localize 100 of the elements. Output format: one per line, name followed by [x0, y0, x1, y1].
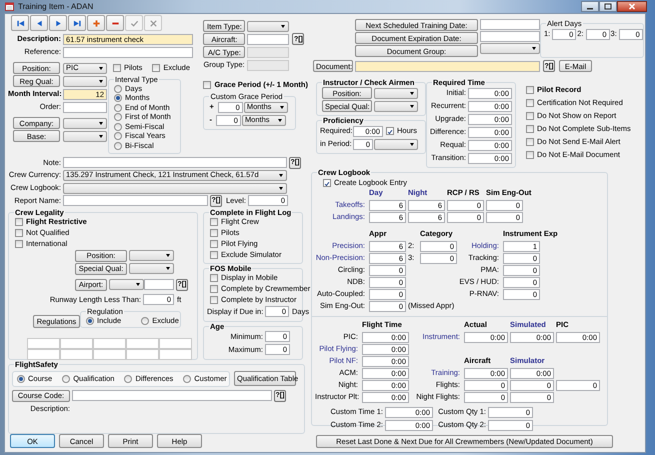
dropdown[interactable] [374, 88, 418, 98]
input-field[interactable] [480, 19, 540, 30]
input-field[interactable] [72, 390, 272, 402]
table-cell [93, 349, 126, 360]
close-icon [628, 3, 636, 10]
input-field[interactable] [247, 46, 290, 58]
last-button[interactable] [68, 15, 86, 31]
x-icon [148, 18, 158, 28]
right-triangle-icon [54, 18, 62, 28]
checkbox[interactable] [210, 274, 218, 282]
dropdown[interactable] [109, 279, 144, 290]
radio-button[interactable] [62, 374, 70, 383]
checkbox[interactable] [210, 240, 218, 248]
dropdown[interactable] [247, 20, 290, 32]
caret-icon [99, 134, 103, 138]
checkbox[interactable] [323, 178, 331, 186]
radio-button[interactable] [141, 316, 150, 325]
caret-icon [166, 267, 170, 270]
dropdown[interactable] [129, 250, 174, 262]
radio-button[interactable] [114, 122, 122, 131]
skip-back-icon [16, 18, 24, 28]
delete-button[interactable] [106, 15, 124, 31]
checkbox[interactable] [526, 112, 534, 120]
caret-icon [166, 254, 170, 258]
radio-button[interactable] [114, 84, 122, 93]
input-field[interactable] [63, 102, 107, 112]
window-title: Training Item - ADAN [18, 2, 94, 12]
next-button[interactable] [49, 15, 67, 31]
previous-button[interactable] [30, 15, 48, 31]
dropdown[interactable] [374, 100, 418, 112]
caret-icon [136, 283, 140, 286]
caret-icon [280, 106, 284, 108]
caret-icon [279, 186, 283, 190]
checkbox[interactable] [526, 86, 534, 94]
table-cell [126, 349, 159, 360]
caret-icon [99, 66, 103, 70]
first-button[interactable] [11, 15, 29, 31]
calendar-icon [5, 2, 14, 11]
checkmark-icon [130, 18, 138, 28]
table-cell [93, 338, 126, 350]
caret-icon [532, 47, 536, 50]
input-field[interactable] [63, 46, 193, 58]
checkbox[interactable] [152, 64, 160, 72]
minimize-button[interactable] [581, 1, 599, 12]
radio-button[interactable] [114, 142, 122, 150]
radio-button[interactable] [114, 113, 122, 122]
checkbox[interactable] [113, 64, 121, 72]
caret-icon [99, 80, 103, 82]
radio-button[interactable] [124, 374, 132, 383]
checkbox[interactable] [15, 229, 23, 238]
table-cell [159, 338, 192, 350]
checkbox[interactable] [386, 127, 394, 135]
radio-button[interactable] [114, 132, 122, 140]
checkbox[interactable] [526, 151, 534, 159]
dropdown[interactable] [63, 130, 107, 142]
dropdown[interactable] [63, 182, 287, 194]
radio-button[interactable] [114, 94, 122, 102]
caret-icon [278, 118, 282, 122]
maximize-button[interactable] [599, 1, 617, 12]
maximize-icon [604, 3, 612, 10]
caret-icon [279, 174, 283, 177]
input-field[interactable] [63, 195, 208, 206]
checkbox[interactable] [526, 138, 534, 146]
checkbox[interactable] [203, 81, 212, 89]
input-field[interactable] [247, 34, 290, 44]
checkbox[interactable] [15, 218, 23, 226]
input-field[interactable] [355, 60, 540, 72]
input-field[interactable] [480, 31, 540, 42]
radio-button[interactable] [114, 104, 122, 112]
close-button[interactable] [617, 1, 647, 12]
caret-icon [410, 104, 414, 108]
checkbox[interactable] [210, 251, 218, 260]
dropdown[interactable] [63, 76, 107, 86]
table-cell [159, 349, 192, 360]
checkbox[interactable] [210, 296, 218, 304]
checkbox[interactable] [526, 99, 534, 107]
dropdown[interactable] [63, 118, 107, 128]
checkbox[interactable] [15, 240, 23, 248]
checkbox[interactable] [210, 218, 218, 226]
input-field[interactable] [144, 279, 174, 290]
checkbox[interactable] [210, 285, 218, 294]
checkbox[interactable] [526, 125, 534, 133]
caret-icon [410, 142, 414, 146]
caret-icon [410, 92, 414, 94]
dropdown[interactable] [480, 43, 540, 54]
table-cell [27, 349, 60, 360]
radio-button[interactable] [86, 316, 94, 325]
table-cell [60, 349, 93, 360]
dropdown[interactable] [129, 263, 174, 274]
input-field[interactable] [247, 60, 290, 70]
plus-icon [92, 18, 100, 28]
caret-icon [99, 122, 103, 124]
radio-button[interactable] [183, 374, 192, 383]
input-field[interactable] [63, 157, 287, 168]
radio-button[interactable] [17, 374, 25, 383]
caret-icon [281, 24, 286, 28]
left-triangle-icon [34, 18, 44, 28]
checkbox[interactable] [210, 229, 218, 238]
add-button[interactable] [87, 15, 105, 31]
table-cell [126, 338, 159, 350]
